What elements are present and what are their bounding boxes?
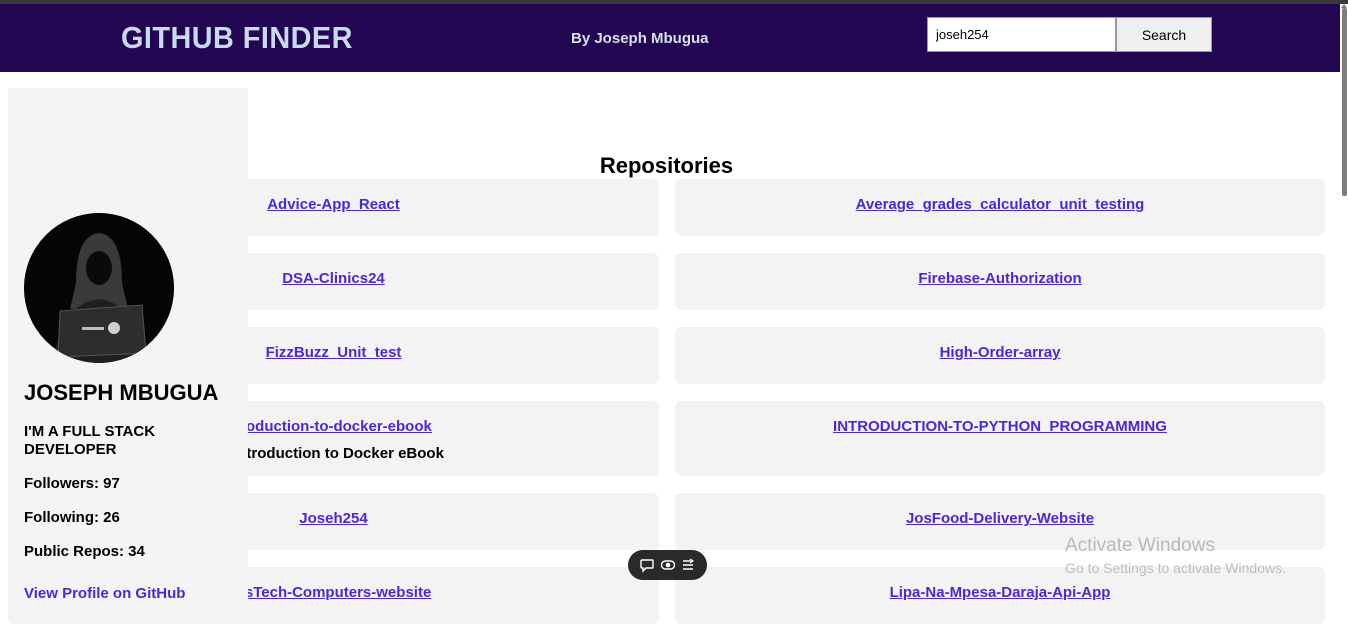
search-button[interactable]: Search bbox=[1116, 17, 1212, 52]
repo-card: High-Order-array bbox=[675, 327, 1325, 384]
hooded-figure-icon bbox=[24, 213, 174, 363]
repo-card: Average_grades_calculator_unit_testing bbox=[675, 179, 1325, 236]
author-byline: By Joseph Mbugua bbox=[571, 30, 709, 47]
repo-link[interactable]: Lipa-Na-Mpesa-Daraja-Api-App bbox=[890, 584, 1111, 601]
repo-link[interactable]: High-Order-array bbox=[940, 344, 1061, 361]
repo-link[interactable]: DSA-Clinics24 bbox=[282, 270, 385, 287]
repo-card: JosFood-Delivery-Website bbox=[675, 493, 1325, 550]
repo-link[interactable]: Average_grades_calculator_unit_testing bbox=[856, 196, 1145, 213]
followers-count: Followers: 97 bbox=[24, 475, 120, 492]
activate-windows-subtitle: Go to Settings to activate Windows. bbox=[1065, 560, 1286, 576]
profile-name: JOSEPH MBUGUA bbox=[24, 380, 219, 405]
avatar bbox=[24, 213, 174, 363]
repo-link[interactable]: osTech-Computers-website bbox=[236, 584, 432, 601]
repo-link[interactable]: FizzBuzz_Unit_test bbox=[266, 344, 402, 361]
repo-link[interactable]: Joseh254 bbox=[299, 510, 367, 527]
repo-card: INTRODUCTION-TO-PYTHON_PROGRAMMING bbox=[675, 401, 1325, 476]
repo-link[interactable]: Firebase-Authorization bbox=[918, 270, 1081, 287]
menu-lines-icon[interactable] bbox=[680, 557, 696, 573]
repo-link[interactable]: JosFood-Delivery-Website bbox=[906, 510, 1094, 527]
profile-bio: I'M A FULL STACK DEVELOPER bbox=[24, 423, 156, 458]
activate-windows-title: Activate Windows bbox=[1065, 535, 1215, 556]
floating-toolbar bbox=[628, 550, 707, 580]
repo-link[interactable]: troduction-to-docker-ebook bbox=[235, 418, 432, 435]
repo-link[interactable]: INTRODUCTION-TO-PYTHON_PROGRAMMING bbox=[833, 418, 1167, 435]
repo-link[interactable]: Advice-App_React bbox=[267, 196, 400, 213]
public-repos-count: Public Repos: 34 bbox=[24, 543, 145, 560]
chat-bubble-icon[interactable] bbox=[639, 557, 655, 573]
following-count: Following: 26 bbox=[24, 509, 120, 526]
view-profile-link[interactable]: View Profile on GitHub bbox=[24, 585, 185, 602]
toggle-icon[interactable] bbox=[660, 557, 676, 573]
scrollbar-thumb[interactable] bbox=[1342, 8, 1347, 196]
repo-card: Firebase-Authorization bbox=[675, 253, 1325, 310]
app-title: GITHUB FINDER bbox=[121, 20, 353, 55]
search-input[interactable] bbox=[927, 17, 1116, 52]
